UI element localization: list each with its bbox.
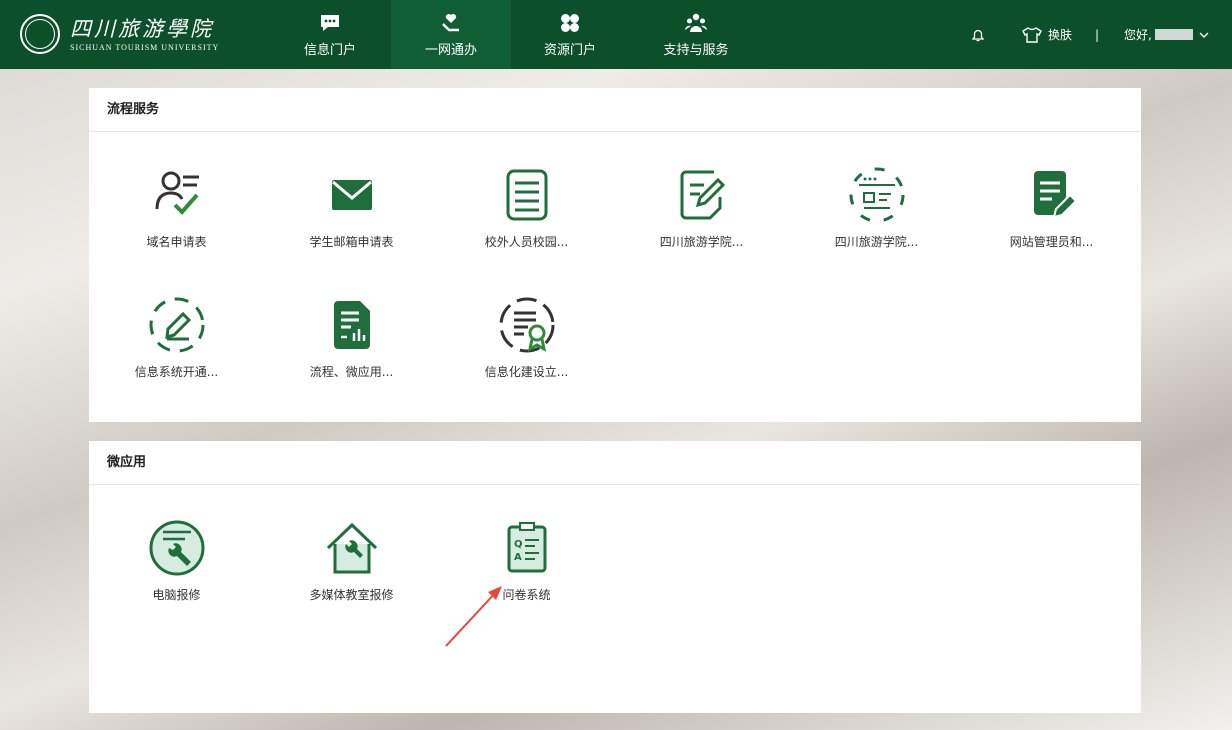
- tile-label: 电脑报修: [152, 588, 201, 602]
- pencil-square-icon: [149, 297, 204, 353]
- tile-sctu-form-1[interactable]: 四川旅游学院...: [614, 157, 789, 267]
- envelope-icon: [331, 180, 372, 210]
- web-page-icon: [849, 167, 904, 223]
- document-chart-icon: [333, 301, 370, 349]
- tile-domain-application[interactable]: 域名申请表: [89, 157, 264, 267]
- nav-label: 支持与服务: [663, 42, 729, 58]
- document-edit-icon: [680, 170, 725, 220]
- computer-repair-icon: [149, 520, 204, 576]
- blurred-username: [1154, 29, 1193, 40]
- tile-label: 信息化建设立...: [484, 365, 569, 379]
- university-emblem-icon: [20, 14, 60, 54]
- tile-visitor-campus[interactable]: 校外人员校园...: [439, 157, 614, 267]
- svg-text:A: A: [514, 552, 522, 563]
- nav-support-service[interactable]: 支持与服务: [636, 0, 756, 69]
- panel-title: 流程服务: [89, 88, 1141, 132]
- nav-info-portal[interactable]: 信息门户: [270, 0, 390, 69]
- house-wrench-icon: [326, 522, 377, 574]
- document-list-icon: [506, 169, 547, 221]
- tile-label: 四川旅游学院...: [659, 235, 744, 249]
- university-logo[interactable]: 四川旅游學院 SICHUAN TOURISM UNIVERSITY: [20, 10, 219, 58]
- top-navigation-bar: 四川旅游學院 SICHUAN TOURISM UNIVERSITY 信息门户 一…: [0, 0, 1232, 69]
- tile-label: 域名申请表: [146, 235, 207, 249]
- tile-multimedia-repair[interactable]: 多媒体教室报修: [264, 510, 439, 620]
- nav-label: 资源门户: [543, 42, 596, 58]
- tile-label: 校外人员校园...: [484, 235, 569, 249]
- tile-process-micro-app[interactable]: 流程、微应用...: [264, 287, 439, 397]
- nav-label: 信息门户: [303, 42, 356, 58]
- document-award-icon: [499, 297, 554, 353]
- tshirt-icon: [1022, 26, 1042, 43]
- logo-english-name: SICHUAN TOURISM UNIVERSITY: [70, 42, 220, 52]
- tile-label: 四川旅游学院...: [834, 235, 919, 249]
- tile-label: 多媒体教室报修: [309, 588, 394, 602]
- bell-icon: [971, 29, 985, 41]
- nav-resource-portal[interactable]: 资源门户: [510, 0, 630, 69]
- document-pen-icon: [1033, 171, 1077, 219]
- qa-clipboard-icon: Q A: [507, 522, 546, 573]
- micro-app-panel: 微应用 电脑报修 多媒体教室报修 Q A 问卷系统: [89, 441, 1141, 713]
- svg-text:Q: Q: [514, 539, 523, 550]
- tile-computer-repair[interactable]: 电脑报修: [89, 510, 264, 620]
- logo-chinese-name: 四川旅游學院: [70, 16, 214, 41]
- nav-one-stop-service[interactable]: 一网通办: [391, 0, 511, 69]
- tile-label: 流程、微应用...: [309, 365, 394, 379]
- notification-bell[interactable]: [970, 0, 986, 69]
- nav-label: 一网通办: [424, 42, 477, 58]
- tile-label: 信息系统开通...: [134, 365, 219, 379]
- annotation-arrow: [445, 586, 502, 647]
- clover-icon: [561, 13, 579, 32]
- skin-switch-button[interactable]: 换肤: [1022, 0, 1072, 69]
- user-check-icon: [155, 171, 199, 215]
- tile-sctu-form-2[interactable]: 四川旅游学院...: [789, 157, 964, 267]
- user-menu[interactable]: 您好,: [1124, 0, 1210, 69]
- chevron-down-icon: [1199, 32, 1209, 38]
- greeting-text: 您好,: [1124, 28, 1152, 42]
- skin-label: 换肤: [1048, 28, 1073, 42]
- process-service-panel: 流程服务 域名申请表 学生邮箱申请表 校外人员校园... 四川旅游学院... 四…: [89, 88, 1141, 422]
- tile-student-email[interactable]: 学生邮箱申请表: [264, 157, 439, 267]
- team-icon: [685, 13, 707, 32]
- tile-label: 网站管理员和...: [1009, 235, 1094, 249]
- heart-hand-icon: [442, 13, 459, 31]
- panel-title: 微应用: [89, 441, 1141, 485]
- tile-system-open[interactable]: 信息系统开通...: [89, 287, 264, 397]
- tile-site-admin[interactable]: 网站管理员和...: [964, 157, 1139, 267]
- header-separator: |: [1095, 27, 1100, 42]
- tile-label: 学生邮箱申请表: [309, 235, 394, 249]
- chat-icon: [321, 14, 339, 31]
- tile-it-construction[interactable]: 信息化建设立...: [439, 287, 614, 397]
